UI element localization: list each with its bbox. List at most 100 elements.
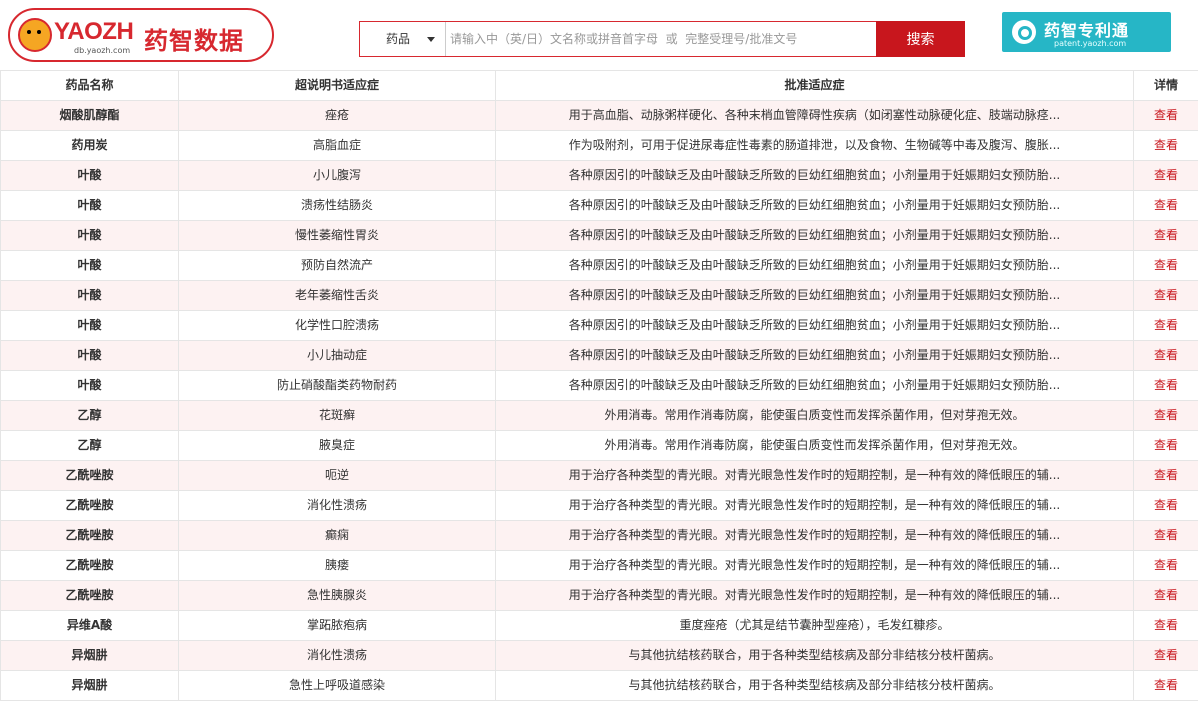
off-label-indication-cell: 预防自然流产 bbox=[178, 250, 496, 281]
view-details-link[interactable]: 查看 bbox=[1154, 378, 1178, 392]
drug-name-cell: 叶酸 bbox=[0, 310, 179, 341]
view-details-link[interactable]: 查看 bbox=[1154, 348, 1178, 362]
drug-name-cell: 叶酸 bbox=[0, 340, 179, 371]
view-details-link[interactable]: 查看 bbox=[1154, 468, 1178, 482]
approved-indication-cell: 用于高血脂、动脉粥样硬化、各种末梢血管障碍性疾病（如闭塞性动脉硬化症、肢端动脉痉… bbox=[495, 100, 1134, 131]
approved-indication-cell: 各种原因引的叶酸缺乏及由叶酸缺乏所致的巨幼红细胞贫血；小剂量用于妊娠期妇女预防胎… bbox=[495, 160, 1134, 191]
drug-name-cell: 叶酸 bbox=[0, 280, 179, 311]
off-label-indication-cell: 花斑癣 bbox=[178, 400, 496, 431]
view-details-link[interactable]: 查看 bbox=[1154, 408, 1178, 422]
off-label-indication-cell: 掌跖脓疱病 bbox=[178, 610, 496, 641]
approved-indication-cell: 用于治疗各种类型的青光眼。对青光眼急性发作时的短期控制，是一种有效的降低眼压的辅… bbox=[495, 550, 1134, 581]
dog-mascot-icon bbox=[18, 18, 52, 52]
details-cell: 查看 bbox=[1133, 610, 1198, 641]
approved-indication-cell: 各种原因引的叶酸缺乏及由叶酸缺乏所致的巨幼红细胞贫血；小剂量用于妊娠期妇女预防胎… bbox=[495, 340, 1134, 371]
column-header-approved: 批准适应症 bbox=[495, 70, 1134, 101]
details-cell: 查看 bbox=[1133, 340, 1198, 371]
column-header-drug-name: 药品名称 bbox=[0, 70, 179, 101]
table-row: 叶酸 防止硝酸酯类药物耐药 各种原因引的叶酸缺乏及由叶酸缺乏所致的巨幼红细胞贫血；小… bbox=[0, 370, 1198, 401]
drug-name-cell: 烟酸肌醇酯 bbox=[0, 100, 179, 131]
details-cell: 查看 bbox=[1133, 310, 1198, 341]
details-cell: 查看 bbox=[1133, 280, 1198, 311]
details-cell: 查看 bbox=[1133, 220, 1198, 251]
view-details-link[interactable]: 查看 bbox=[1154, 498, 1178, 512]
off-label-indication-cell: 老年萎缩性舌炎 bbox=[178, 280, 496, 311]
table-row: 乙酰唑胺 消化性溃疡 用于治疗各种类型的青光眼。对青光眼急性发作时的短期控制，是一种… bbox=[0, 490, 1198, 521]
details-cell: 查看 bbox=[1133, 250, 1198, 281]
approved-indication-cell: 用于治疗各种类型的青光眼。对青光眼急性发作时的短期控制，是一种有效的降低眼压的辅… bbox=[495, 460, 1134, 491]
approved-indication-cell: 各种原因引的叶酸缺乏及由叶酸缺乏所致的巨幼红细胞贫血；小剂量用于妊娠期妇女预防胎… bbox=[495, 280, 1134, 311]
table-row: 异烟肼 消化性溃疡 与其他抗结核药联合，用于各种类型结核病及部分非结核分枝杆菌病。 查… bbox=[0, 640, 1198, 671]
details-cell: 查看 bbox=[1133, 160, 1198, 191]
table-header-row: 药品名称 超说明书适应症 批准适应症 详情 bbox=[0, 70, 1198, 101]
view-details-link[interactable]: 查看 bbox=[1154, 318, 1178, 332]
search-input[interactable] bbox=[448, 22, 878, 56]
drug-name-cell: 叶酸 bbox=[0, 190, 179, 221]
details-cell: 查看 bbox=[1133, 370, 1198, 401]
view-details-link[interactable]: 查看 bbox=[1154, 168, 1178, 182]
patent-title: 药智专利通 bbox=[1044, 21, 1130, 40]
details-cell: 查看 bbox=[1133, 430, 1198, 461]
off-label-indication-cell: 防止硝酸酯类药物耐药 bbox=[178, 370, 496, 401]
table-row: 乙酰唑胺 癫痫 用于治疗各种类型的青光眼。对青光眼急性发作时的短期控制，是一种有效的… bbox=[0, 520, 1198, 551]
patent-banner-link[interactable]: 药智专利通 patent.yaozh.com bbox=[1002, 12, 1171, 52]
approved-indication-cell: 外用消毒。常用作消毒防腐，能使蛋白质变性而发挥杀菌作用，但对芽孢无效。 bbox=[495, 430, 1134, 461]
view-details-link[interactable]: 查看 bbox=[1154, 648, 1178, 662]
view-details-link[interactable]: 查看 bbox=[1154, 198, 1178, 212]
view-details-link[interactable]: 查看 bbox=[1154, 288, 1178, 302]
approved-indication-cell: 用于治疗各种类型的青光眼。对青光眼急性发作时的短期控制，是一种有效的降低眼压的辅… bbox=[495, 490, 1134, 521]
details-cell: 查看 bbox=[1133, 580, 1198, 611]
view-details-link[interactable]: 查看 bbox=[1154, 108, 1178, 122]
logo-chinese-title: 药智数据 bbox=[144, 27, 244, 55]
view-details-link[interactable]: 查看 bbox=[1154, 138, 1178, 152]
column-header-details: 详情 bbox=[1133, 70, 1198, 101]
drug-name-cell: 异维A酸 bbox=[0, 610, 179, 641]
view-details-link[interactable]: 查看 bbox=[1154, 528, 1178, 542]
off-label-indication-cell: 呃逆 bbox=[178, 460, 496, 491]
drug-name-cell: 叶酸 bbox=[0, 370, 179, 401]
details-cell: 查看 bbox=[1133, 490, 1198, 521]
approved-indication-cell: 外用消毒。常用作消毒防腐，能使蛋白质变性而发挥杀菌作用，但对芽孢无效。 bbox=[495, 400, 1134, 431]
approved-indication-cell: 重度痤疮（尤其是结节囊肿型痤疮），毛发红糠疹。 bbox=[495, 610, 1134, 641]
view-details-link[interactable]: 查看 bbox=[1154, 228, 1178, 242]
chevron-down-icon bbox=[427, 37, 435, 42]
approved-indication-cell: 各种原因引的叶酸缺乏及由叶酸缺乏所致的巨幼红细胞贫血；小剂量用于妊娠期妇女预防胎… bbox=[495, 370, 1134, 401]
table-row: 叶酸 小儿腹泻 各种原因引的叶酸缺乏及由叶酸缺乏所致的巨幼红细胞贫血；小剂量用于妊娠… bbox=[0, 160, 1198, 191]
off-label-indication-cell: 消化性溃疡 bbox=[178, 640, 496, 671]
view-details-link[interactable]: 查看 bbox=[1154, 618, 1178, 632]
drug-name-cell: 乙酰唑胺 bbox=[0, 460, 179, 491]
table-row: 烟酸肌醇酯 痤疮 用于高血脂、动脉粥样硬化、各种末梢血管障碍性疾病（如闭塞性动脉硬化… bbox=[0, 100, 1198, 131]
search-button[interactable]: 搜索 bbox=[876, 21, 965, 57]
details-cell: 查看 bbox=[1133, 190, 1198, 221]
table-row: 乙醇 花斑癣 外用消毒。常用作消毒防腐，能使蛋白质变性而发挥杀菌作用，但对芽孢无效。… bbox=[0, 400, 1198, 431]
table-row: 叶酸 溃疡性结肠炎 各种原因引的叶酸缺乏及由叶酸缺乏所致的巨幼红细胞贫血；小剂量用于… bbox=[0, 190, 1198, 221]
view-details-link[interactable]: 查看 bbox=[1154, 258, 1178, 272]
drug-name-cell: 叶酸 bbox=[0, 220, 179, 251]
approved-indication-cell: 作为吸附剂，可用于促进尿毒症性毒素的肠道排泄，以及食物、生物碱等中毒及腹泻、腹胀… bbox=[495, 130, 1134, 161]
table-row: 乙酰唑胺 急性胰腺炎 用于治疗各种类型的青光眼。对青光眼急性发作时的短期控制，是一种… bbox=[0, 580, 1198, 611]
patent-domain: patent.yaozh.com bbox=[1054, 39, 1127, 48]
off-label-indication-cell: 痤疮 bbox=[178, 100, 496, 131]
drug-name-cell: 叶酸 bbox=[0, 250, 179, 281]
search-category-select[interactable]: 药品 bbox=[360, 22, 446, 56]
view-details-link[interactable]: 查看 bbox=[1154, 558, 1178, 572]
approved-indication-cell: 各种原因引的叶酸缺乏及由叶酸缺乏所致的巨幼红细胞贫血；小剂量用于妊娠期妇女预防胎… bbox=[495, 190, 1134, 221]
logo-domain: db.yaozh.com bbox=[74, 46, 131, 55]
view-details-link[interactable]: 查看 bbox=[1154, 438, 1178, 452]
view-details-link[interactable]: 查看 bbox=[1154, 678, 1178, 692]
view-details-link[interactable]: 查看 bbox=[1154, 588, 1178, 602]
table-row: 叶酸 化学性口腔溃疡 各种原因引的叶酸缺乏及由叶酸缺乏所致的巨幼红细胞贫血；小剂量用… bbox=[0, 310, 1198, 341]
table-row: 乙酰唑胺 呃逆 用于治疗各种类型的青光眼。对青光眼急性发作时的短期控制，是一种有效的… bbox=[0, 460, 1198, 491]
off-label-indication-cell: 小儿腹泻 bbox=[178, 160, 496, 191]
yaozh-logo[interactable]: YAOZH db.yaozh.com 药智数据 bbox=[8, 8, 274, 62]
details-cell: 查看 bbox=[1133, 520, 1198, 551]
logo-wordmark: YAOZH bbox=[54, 18, 134, 45]
off-label-indication-cell: 急性胰腺炎 bbox=[178, 580, 496, 611]
details-cell: 查看 bbox=[1133, 460, 1198, 491]
table-row: 叶酸 预防自然流产 各种原因引的叶酸缺乏及由叶酸缺乏所致的巨幼红细胞贫血；小剂量用于… bbox=[0, 250, 1198, 281]
approved-indication-cell: 与其他抗结核药联合，用于各种类型结核病及部分非结核分枝杆菌病。 bbox=[495, 640, 1134, 671]
details-cell: 查看 bbox=[1133, 130, 1198, 161]
approved-indication-cell: 各种原因引的叶酸缺乏及由叶酸缺乏所致的巨幼红细胞贫血；小剂量用于妊娠期妇女预防胎… bbox=[495, 310, 1134, 341]
off-label-indication-cell: 高脂血症 bbox=[178, 130, 496, 161]
drug-name-cell: 乙酰唑胺 bbox=[0, 580, 179, 611]
